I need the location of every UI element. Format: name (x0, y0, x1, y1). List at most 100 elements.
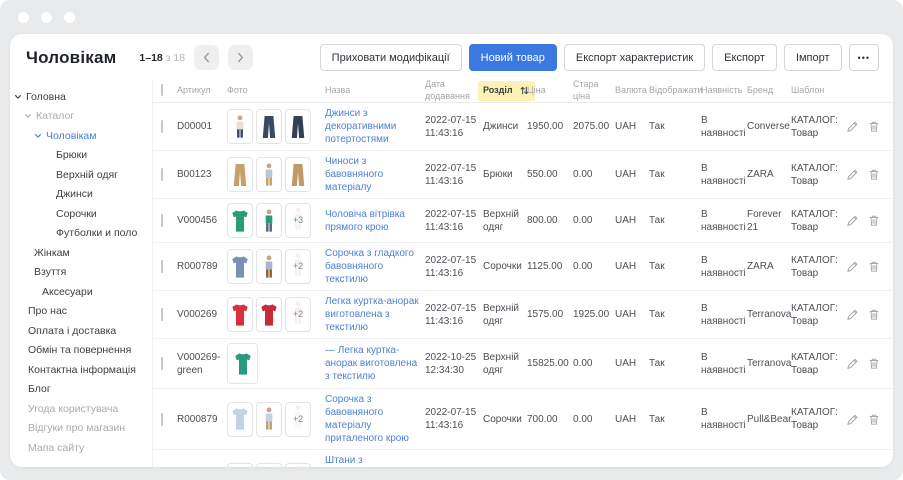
product-photo[interactable] (227, 297, 253, 332)
column-header-бренд[interactable]: Бренд (747, 85, 791, 97)
row-checkbox[interactable] (161, 214, 163, 227)
sidebar-item-каталог[interactable]: Каталог (10, 107, 152, 127)
row-checkbox[interactable] (161, 260, 163, 273)
more-photos-badge[interactable]: +2 (285, 249, 311, 284)
row-checkbox[interactable] (161, 168, 163, 181)
delete-row-button[interactable] (868, 413, 880, 426)
product-photo[interactable] (227, 249, 253, 284)
import-button[interactable]: Імпорт (784, 44, 842, 71)
sidebar-item-аксесуари[interactable]: Аксесуари (10, 282, 152, 302)
column-header-назва[interactable]: Назва (325, 85, 425, 97)
pagination-prev-button[interactable] (194, 45, 219, 70)
delete-row-button[interactable] (868, 357, 880, 370)
sidebar-item-взуття[interactable]: Взуття (10, 263, 152, 283)
product-name-link[interactable]: Легка куртка-анорак виготовлена з тексти… (325, 295, 425, 334)
sidebar-item-мапа-сайту[interactable]: Мапа сайту (10, 438, 152, 458)
edit-row-button[interactable] (846, 260, 859, 273)
sidebar-item-відгуки-про-магазин[interactable]: Відгуки про магазин (10, 419, 152, 439)
sidebar-item-чоловікам[interactable]: Чоловікам (10, 126, 152, 146)
sidebar-item-угода-користувача[interactable]: Угода користувача (10, 399, 152, 419)
product-photo[interactable] (256, 402, 282, 437)
window-control-dot[interactable] (64, 12, 75, 23)
edit-row-button[interactable] (846, 357, 859, 370)
product-photo[interactable] (227, 157, 253, 192)
product-photo[interactable] (227, 343, 258, 384)
product-name-link[interactable]: Сорочка з гладкого бавовняного текстилю (325, 247, 425, 286)
product-photo[interactable] (256, 249, 282, 284)
product-photo[interactable] (227, 402, 253, 437)
product-photo[interactable] (227, 109, 253, 144)
row-checkbox[interactable] (161, 308, 163, 321)
product-photo[interactable] (256, 297, 282, 332)
sidebar-item-про-нас[interactable]: Про нас (10, 302, 152, 322)
product-photo[interactable] (285, 109, 311, 144)
select-all-checkbox[interactable] (161, 84, 163, 96)
brand-cell: Terranova (747, 357, 791, 370)
column-header-артикул[interactable]: Артикул (177, 85, 227, 97)
column-header-ціна[interactable]: Ціна (527, 85, 573, 97)
product-name-link[interactable]: Джинси з декоративними потертостями (325, 107, 425, 146)
column-header-розділ[interactable]: Розділ (483, 81, 527, 101)
pagination-next-button[interactable] (228, 45, 253, 70)
more-photos-badge[interactable]: +3 (285, 203, 311, 238)
product-name-link[interactable]: Чиноси з бавовняного матеріалу (325, 155, 425, 194)
delete-row-button[interactable] (868, 214, 880, 227)
sidebar-item-верхній-одяг[interactable]: Верхній одяг (10, 165, 152, 185)
column-header-наявність[interactable]: Наявність (701, 85, 747, 97)
row-checkbox[interactable] (161, 413, 163, 426)
delete-row-button[interactable] (868, 120, 880, 133)
product-name-link[interactable]: — Легка куртка-анорак виготовлена з текс… (325, 344, 425, 383)
sidebar-item-сорочки[interactable]: Сорочки (10, 204, 152, 224)
sidebar-item-блог[interactable]: Блог (10, 380, 152, 400)
delete-row-button[interactable] (868, 168, 880, 181)
product-photo[interactable] (285, 157, 311, 192)
delete-row-button[interactable] (868, 308, 880, 321)
column-header-валюта[interactable]: Валюта (615, 85, 649, 97)
sidebar-item-жінкам[interactable]: Жінкам (10, 243, 152, 263)
more-actions-button[interactable]: ••• (849, 44, 879, 71)
product-name-link[interactable]: Сорочка з бавовняного матеріалу притален… (325, 393, 425, 445)
product-photo[interactable] (256, 203, 282, 238)
edit-row-button[interactable] (846, 120, 859, 133)
more-photos-badge[interactable]: +2 (285, 463, 311, 467)
export-button[interactable]: Експорт (712, 44, 777, 71)
product-name-link[interactable]: Чоловіча вітрівка прямого крою (325, 208, 425, 234)
row-checkbox[interactable] (161, 120, 163, 133)
edit-row-button[interactable] (846, 168, 859, 181)
chevron-down-icon (14, 93, 22, 101)
pants-photo-icon (229, 465, 251, 467)
edit-row-button[interactable] (846, 308, 859, 321)
column-header-шаблон[interactable]: Шаблон (791, 85, 843, 97)
column-header-фото[interactable]: Фото (227, 85, 325, 97)
window-control-dot[interactable] (41, 12, 52, 23)
section-cell: Верхній одяг (483, 351, 527, 377)
sidebar-item-оплата-і-доставка[interactable]: Оплата і доставка (10, 321, 152, 341)
new-product-button[interactable]: Новий товар (469, 44, 557, 71)
more-photos-badge[interactable]: +2 (285, 297, 311, 332)
product-name-link[interactable]: Штани з бавовняного матеріалу прямого кр… (325, 454, 425, 467)
more-photos-badge[interactable]: +2 (285, 402, 311, 437)
delete-row-button[interactable] (868, 260, 880, 273)
product-photo[interactable] (227, 463, 253, 467)
product-photo[interactable] (256, 109, 282, 144)
hide-modifications-button[interactable]: Приховати модифікації (320, 44, 462, 71)
product-photo[interactable] (227, 203, 253, 238)
sidebar-item-джинси[interactable]: Джинси (10, 185, 152, 205)
sidebar-item-футболки-и-поло[interactable]: Футболки и поло (10, 224, 152, 244)
column-header-стара-ціна[interactable]: Стара ціна (573, 79, 615, 102)
edit-row-button[interactable] (846, 214, 859, 227)
product-photo[interactable] (256, 463, 282, 467)
sidebar-item-брюки[interactable]: Брюки (10, 146, 152, 166)
sidebar-item-обмін-та-повернення[interactable]: Обмін та повернення (10, 341, 152, 361)
sidebar-item-контактна-інформація[interactable]: Контактна інформація (10, 360, 152, 380)
product-photo[interactable] (256, 157, 282, 192)
column-header-відображати[interactable]: Відображати (649, 85, 701, 97)
edit-row-button[interactable] (846, 413, 859, 426)
row-checkbox[interactable] (161, 357, 163, 370)
column-header-дата-додавання[interactable]: Дата додавання (425, 79, 483, 102)
pencil-icon (846, 308, 859, 321)
export-characteristics-button[interactable]: Експорт характеристик (564, 44, 705, 71)
sidebar-item-головна[interactable]: Головна (10, 87, 152, 107)
window-control-dot[interactable] (18, 12, 29, 23)
availability-cell: В наявності (701, 254, 747, 280)
